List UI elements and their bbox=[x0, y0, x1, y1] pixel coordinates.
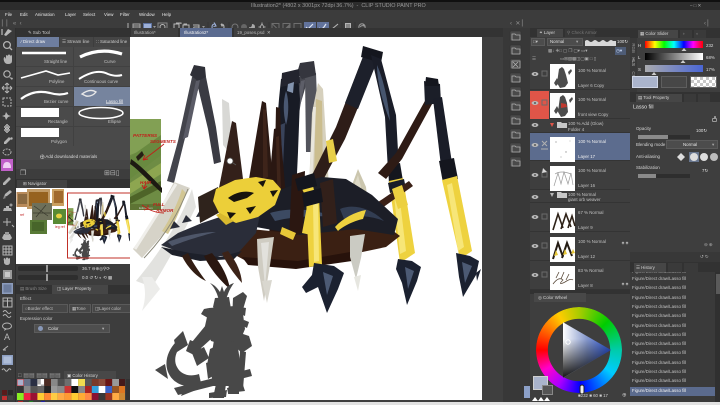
svg-text:HAIR: HAIR bbox=[140, 180, 152, 185]
svg-text:A: A bbox=[4, 332, 10, 342]
svg-text:PATTERNS: PATTERNS bbox=[133, 133, 158, 138]
svg-text:SEGMENTS: SEGMENTS bbox=[150, 139, 177, 144]
svg-text:ref: ref bbox=[20, 213, 24, 217]
svg-text:FULL: FULL bbox=[153, 202, 165, 207]
svg-text:ARMOR: ARMOR bbox=[155, 208, 174, 213]
svg-text:leg ref: leg ref bbox=[55, 225, 65, 229]
